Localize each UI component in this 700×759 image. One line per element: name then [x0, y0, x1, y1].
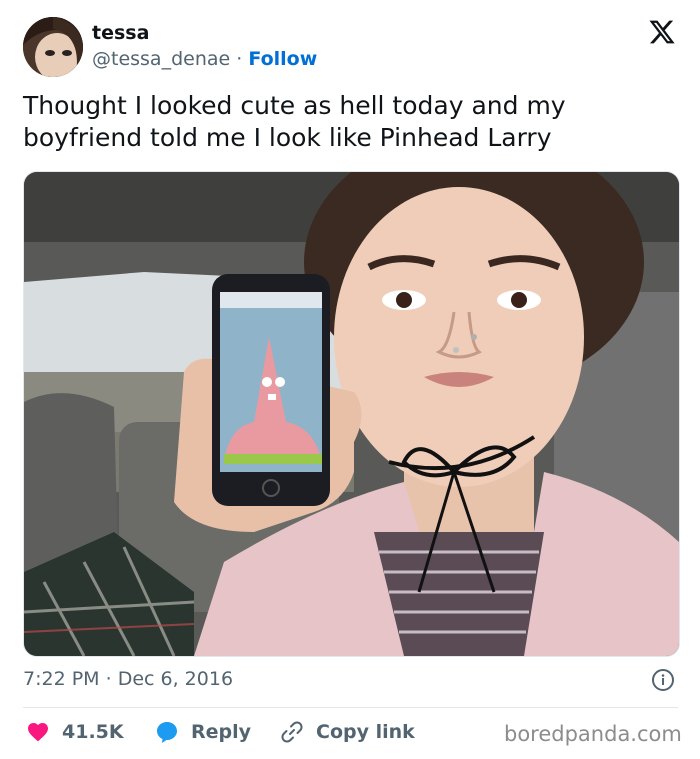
avatar-image [23, 17, 83, 77]
follow-link[interactable]: Follow [248, 48, 317, 70]
timestamp-separator: · [105, 668, 112, 690]
divider [23, 707, 678, 708]
like-button[interactable]: 41.5K [26, 718, 124, 746]
copy-link-label: Copy link [316, 721, 415, 743]
heart-icon [28, 723, 48, 742]
tweet-card: tessa @tessa_denae · Follow Thought I lo… [0, 0, 700, 759]
reply-button[interactable]: Reply [155, 718, 251, 746]
handle-separator: · [236, 48, 243, 70]
tweet-text-line-2: boyfriend told me I look like Pinhead La… [23, 123, 552, 152]
x-logo-icon[interactable] [648, 18, 676, 46]
tweet-date: Dec 6, 2016 [117, 668, 234, 690]
tweet-text: Thought I looked cute as hell today and … [23, 90, 683, 154]
tweet-time: 7:22 PM [23, 668, 100, 690]
tweet-photo[interactable] [23, 171, 680, 657]
speech-bubble-icon [157, 722, 177, 743]
watermark: boredpanda.com [504, 722, 682, 746]
author-handle-row: @tessa_denae · Follow [92, 48, 317, 70]
copy-link-button[interactable]: Copy link [280, 718, 415, 746]
author-handle[interactable]: @tessa_denae [92, 48, 230, 70]
author-name[interactable]: tessa [92, 22, 149, 44]
reply-label: Reply [191, 721, 252, 743]
tweet-text-line-1: Thought I looked cute as hell today and … [23, 91, 566, 120]
link-icon [281, 721, 303, 743]
like-count: 41.5K [62, 721, 124, 743]
author-avatar[interactable] [23, 17, 83, 77]
tweet-timestamp[interactable]: 7:22 PM · Dec 6, 2016 [23, 668, 233, 690]
selfie-photo [24, 172, 679, 656]
info-icon[interactable] [651, 668, 675, 692]
